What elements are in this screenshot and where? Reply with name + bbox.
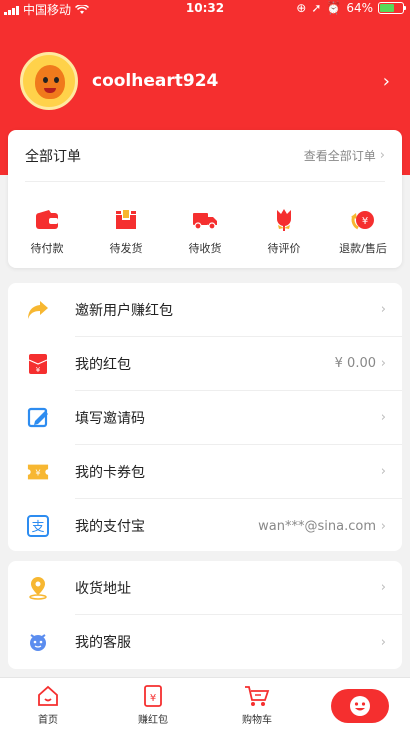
alipay-icon: 支: [27, 515, 49, 537]
order-status-list: 待付款 待发货 待收货 待评价 ¥ 退款/售后: [8, 182, 402, 256]
username: coolheart924: [92, 71, 219, 91]
tab-earn-red-packet[interactable]: ¥ 赚红包: [123, 684, 183, 726]
tab-mine-active[interactable]: [331, 689, 389, 723]
view-all-orders-link[interactable]: 查看全部订单: [304, 147, 376, 164]
status-right: ⊕ ➚ ⏰ 64%: [296, 1, 406, 15]
order-pending-review-label: 待评价: [267, 242, 301, 255]
rotation-lock-icon: ⊕: [296, 1, 307, 15]
wallet-icon: [34, 208, 60, 232]
red-envelope-balance: ¥ 0.00: [334, 356, 376, 371]
svg-text:¥: ¥: [150, 693, 156, 704]
my-red-envelope-title: 我的红包: [75, 356, 131, 373]
invite-users-title: 邀新用户赚红包: [75, 302, 173, 319]
battery-percent: 64%: [346, 1, 373, 15]
chevron-right-icon: ›: [380, 518, 386, 534]
orders-card: 全部订单 查看全部订单 › 待付款 待发货 待收货 待评价 ¥ 退款/售后: [8, 130, 402, 268]
alipay-account: wan***@sina.com: [258, 518, 376, 534]
customer-service-row[interactable]: 我的客服 ›: [30, 615, 402, 669]
location-arrow-icon: ➚: [311, 1, 322, 15]
svg-text:¥: ¥: [35, 468, 40, 478]
svg-text:支: 支: [31, 520, 44, 535]
flower-icon: [271, 208, 297, 232]
customer-service-icon: [27, 631, 49, 653]
chevron-right-icon: ›: [380, 464, 386, 479]
order-refund-aftersale[interactable]: ¥ 退款/售后: [324, 208, 402, 256]
invite-users-row[interactable]: 邀新用户赚红包 ›: [28, 283, 402, 337]
tab-cart[interactable]: 购物车: [227, 684, 287, 726]
svg-text:¥: ¥: [362, 216, 368, 227]
edit-code-icon: [27, 407, 49, 429]
red-envelope-icon: ¥: [27, 353, 49, 375]
coupon-icon: ¥: [27, 461, 49, 483]
bottom-tab-bar: 首页 ¥ 赚红包 购物车: [0, 677, 410, 732]
menu-group-primary: 邀新用户赚红包 › ¥ 我的红包 ¥ 0.00 › 填写邀请码 › ¥ 我的卡券…: [8, 283, 402, 551]
customer-service-title: 我的客服: [75, 635, 131, 651]
menu-group-secondary: 收货地址 › 我的客服 ›: [8, 561, 402, 669]
enter-invite-code-row[interactable]: 填写邀请码 ›: [27, 391, 402, 445]
chevron-right-icon: ›: [380, 302, 386, 317]
avatar[interactable]: [20, 52, 78, 110]
orders-header[interactable]: 全部订单 查看全部订单 ›: [25, 130, 385, 182]
my-coupons-title: 我的卡券包: [75, 464, 145, 481]
order-refund-aftersale-label: 退款/售后: [339, 242, 387, 255]
order-pending-shipment-label: 待发货: [109, 242, 143, 255]
my-alipay-title: 我的支付宝: [75, 519, 145, 535]
refund-icon: ¥: [350, 208, 376, 232]
status-bar: 中国移动 10:32 ⊕ ➚ ⏰ 64%: [0, 0, 410, 17]
alarm-icon: ⏰: [326, 1, 342, 15]
tab-home[interactable]: 首页: [18, 684, 78, 726]
order-pending-receipt-label: 待收货: [188, 242, 222, 255]
chevron-right-icon: ›: [380, 356, 386, 371]
red-packet-icon: ¥: [144, 685, 162, 707]
chevron-right-icon: ›: [380, 634, 386, 650]
chevron-right-icon: ›: [382, 70, 390, 92]
package-icon: [113, 208, 139, 232]
chevron-right-icon: ›: [380, 580, 386, 595]
my-alipay-row[interactable]: 支 我的支付宝 wan***@sina.com ›: [27, 499, 402, 553]
svg-text:¥: ¥: [36, 366, 41, 374]
share-arrow-icon: [27, 299, 49, 321]
truck-icon: [192, 208, 218, 232]
my-red-envelope-row[interactable]: ¥ 我的红包 ¥ 0.00 ›: [28, 337, 402, 391]
enter-invite-code-title: 填写邀请码: [75, 410, 145, 427]
tab-earn-red-packet-label: 赚红包: [138, 715, 168, 726]
cart-icon: [245, 686, 270, 706]
order-pending-shipment[interactable]: 待发货: [87, 208, 165, 256]
tab-home-label: 首页: [38, 715, 58, 726]
tab-cart-label: 购物车: [242, 715, 272, 726]
chevron-right-icon: ›: [379, 148, 385, 163]
shipping-address-title: 收货地址: [75, 580, 131, 597]
order-pending-receipt[interactable]: 待收货: [166, 208, 244, 256]
my-coupons-row[interactable]: ¥ 我的卡券包 ›: [27, 445, 402, 499]
orders-title: 全部订单: [25, 148, 81, 165]
shipping-address-row[interactable]: 收货地址 ›: [29, 561, 402, 615]
battery-icon: [378, 2, 406, 14]
home-icon: [38, 685, 58, 706]
profile-header[interactable]: coolheart924 ›: [20, 52, 390, 110]
chevron-right-icon: ›: [380, 410, 386, 425]
location-pin-icon: [27, 577, 49, 600]
smiley-icon: [350, 696, 370, 716]
order-pending-review[interactable]: 待评价: [245, 208, 323, 256]
order-pending-payment[interactable]: 待付款: [8, 208, 86, 256]
order-pending-payment-label: 待付款: [30, 242, 64, 255]
